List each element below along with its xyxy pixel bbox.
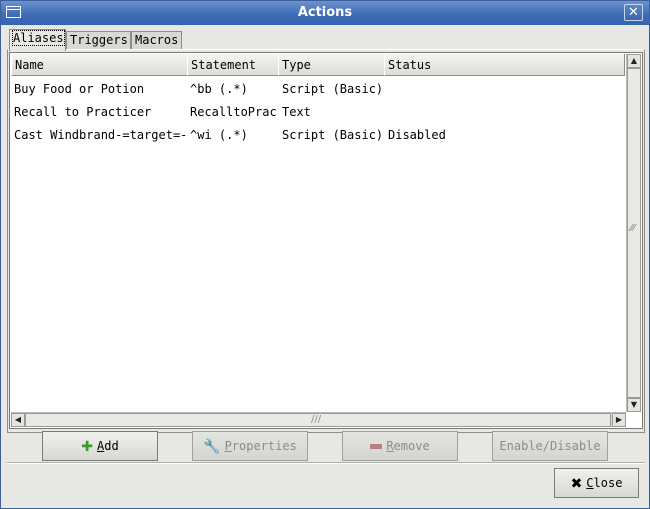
table-row[interactable]: Recall to Practicer RecalltoPrac Text [11, 101, 625, 124]
close-button[interactable]: ✖ Close [554, 468, 639, 498]
vertical-scroll-thumb[interactable]: ⁄⁄⁄ [627, 68, 641, 398]
scroll-left-button[interactable]: ◀ [11, 413, 25, 427]
table-row[interactable]: Cast Windbrand-=target=- ^wi (.*) Script… [11, 124, 625, 147]
remove-button-label: emove [393, 439, 430, 453]
grip-icon: ⁄⁄⁄ [630, 223, 636, 234]
cell-name: Recall to Practicer [14, 105, 152, 119]
table-row[interactable]: Buy Food or Potion ^bb (.*) Script (Basi… [11, 78, 625, 101]
cell-type: Script (Basic) [282, 82, 384, 96]
cell-type: Script (Basic) [282, 128, 384, 142]
horizontal-scroll-thumb[interactable]: /// [25, 413, 611, 427]
remove-button-mnemonic: R [386, 439, 394, 453]
cell-type: Text [282, 105, 311, 119]
grip-icon: /// [311, 414, 322, 425]
list-header: Name Statement Type Status [11, 54, 625, 76]
scroll-right-button[interactable]: ▶ [612, 413, 626, 427]
aliases-list[interactable]: Name Statement Type Status Buy Food or P… [9, 52, 643, 429]
properties-button-label: roperties [231, 439, 297, 453]
tab-aliases[interactable]: Aliases [9, 29, 66, 51]
column-header-type[interactable]: Type [278, 54, 385, 76]
plus-icon: ✚ [81, 438, 94, 455]
scroll-down-button[interactable]: ▼ [627, 398, 641, 412]
cell-statement: ^bb (.*) [190, 82, 248, 96]
properties-button[interactable]: 🔧 Properties [192, 431, 308, 461]
column-header-name[interactable]: Name [11, 54, 188, 76]
title-bar[interactable]: Actions ✕ [1, 1, 649, 25]
tab-triggers-label: Triggers [70, 33, 128, 47]
column-header-statement[interactable]: Statement [187, 54, 279, 76]
cell-name: Cast Windbrand-=target=- [14, 128, 186, 142]
remove-button[interactable]: Remove [342, 431, 458, 461]
properties-button-mnemonic: P [224, 439, 232, 453]
enable-disable-button-label: Enable/Disable [499, 439, 601, 453]
add-button-label: dd [104, 439, 119, 453]
horizontal-scrollbar[interactable]: ◀ /// ▶ [11, 412, 626, 427]
tab-macros[interactable]: Macros [131, 31, 182, 50]
tab-triggers[interactable]: Triggers [66, 31, 131, 50]
close-button-mnemonic: C [586, 476, 594, 490]
cell-statement: ^wi (.*) [190, 128, 248, 142]
window-title: Actions [297, 5, 353, 20]
close-button-label: lose [593, 476, 623, 490]
cell-name: Buy Food or Potion [14, 82, 145, 96]
vertical-scrollbar[interactable]: ▲ ⁄⁄⁄ ▼ [626, 54, 641, 412]
enable-disable-button[interactable]: Enable/Disable [492, 431, 608, 461]
cell-statement: RecalltoPrac [190, 105, 276, 119]
remove-icon [370, 444, 383, 449]
scroll-up-button[interactable]: ▲ [627, 54, 641, 68]
actions-dialog: Actions ✕ Aliases Triggers Macros Name S… [0, 0, 650, 509]
close-x-icon: ✖ [570, 475, 583, 492]
column-header-status[interactable]: Status [384, 54, 625, 76]
wrench-icon: 🔧 [203, 438, 221, 455]
tab-macros-label: Macros [135, 33, 179, 47]
separator [7, 462, 645, 464]
cell-status: Disabled [388, 128, 446, 142]
tab-aliases-label: Aliases [12, 30, 65, 46]
add-button[interactable]: ✚ Add [42, 431, 158, 461]
window-close-button[interactable]: ✕ [624, 4, 643, 21]
